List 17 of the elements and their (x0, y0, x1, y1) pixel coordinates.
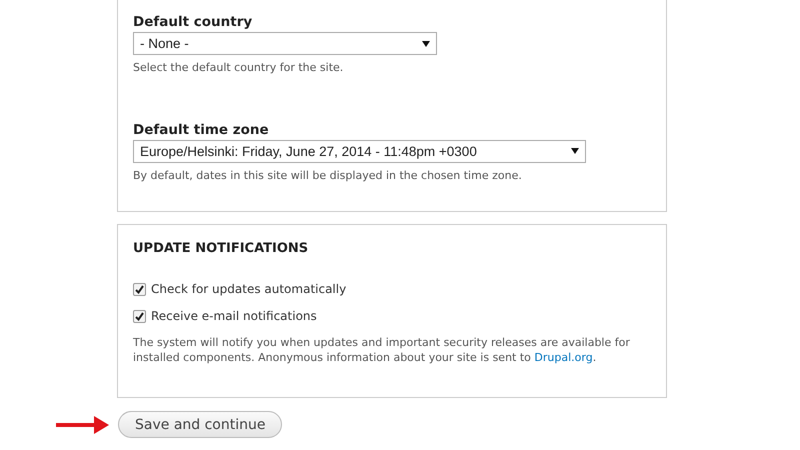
select-field[interactable]: Europe/Helsinki: Friday, June 27, 2014 - 11:48pm +0300 (133, 140, 586, 163)
section-title: UPDATE NOTIFICATIONS (133, 241, 310, 256)
section-description: The system will notify you when updates and important security releases are available for installed components. Anonymous information about your site is sent to Drupal.org. (133, 336, 631, 366)
checkbox-label: Receive e-mail notifications (151, 309, 317, 323)
field-description: Select the default country for the site. (133, 61, 344, 76)
caret-icon (422, 40, 430, 46)
drupal-link[interactable]: Drupal.org (534, 350, 593, 364)
field-label: Default time zone (133, 122, 270, 138)
checkbox[interactable] (133, 310, 146, 322)
field-label: Default country (133, 14, 254, 30)
caret-icon (571, 148, 579, 154)
checkbox[interactable] (133, 282, 146, 296)
field-description: By default, dates in this site will be displayed in the chosen time zone. (133, 168, 523, 184)
arrow-icon (54, 414, 111, 436)
checkbox-label: Check for updates automatically (151, 282, 346, 296)
save-button[interactable]: Save and continue (118, 411, 282, 438)
select-field[interactable]: - None - (133, 32, 437, 55)
